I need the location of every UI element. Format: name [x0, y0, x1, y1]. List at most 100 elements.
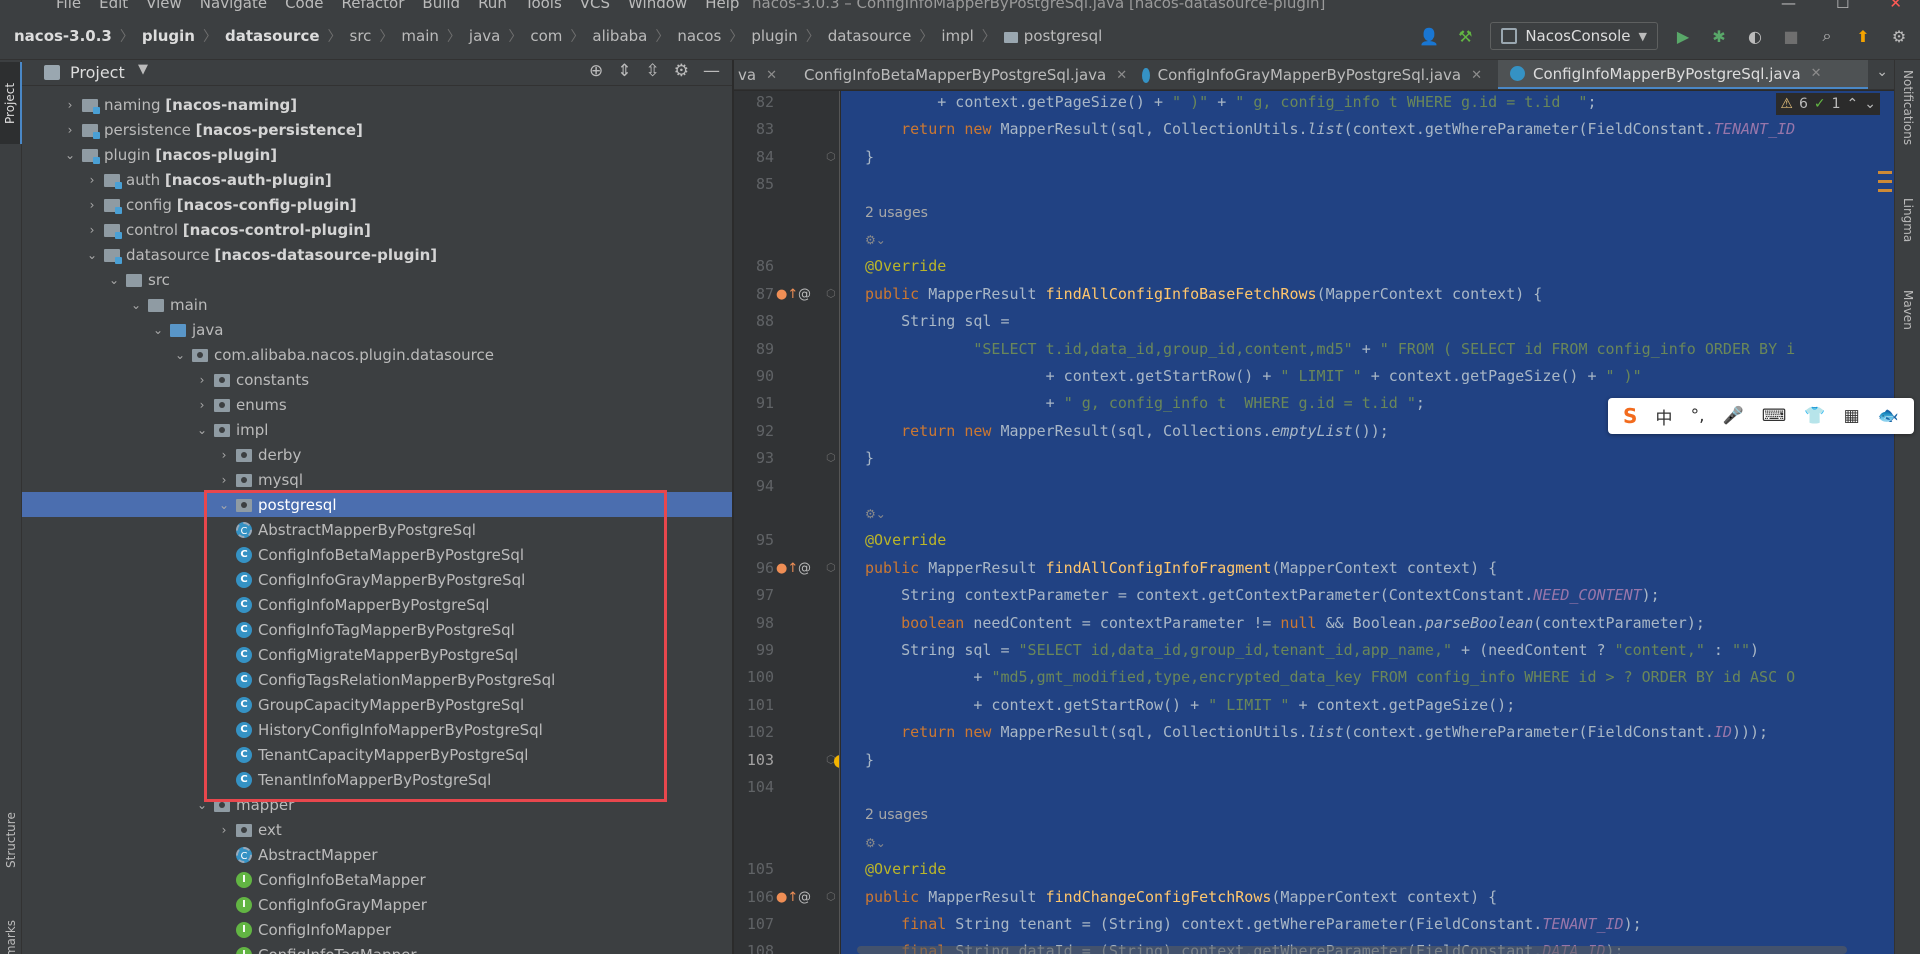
update-icon[interactable]: ⬆	[1852, 25, 1874, 47]
breadcrumb-item[interactable]: main	[401, 27, 438, 45]
expand-arrow-icon[interactable]: ⌄	[194, 423, 210, 437]
run-config-selector[interactable]: NacosConsole ▼	[1490, 22, 1658, 50]
tree-item[interactable]: C ConfigMigrateMapperByPostgreSql	[22, 642, 732, 667]
menu-item-refactor[interactable]: Refactor	[341, 0, 404, 12]
menu-item-window[interactable]: Window	[628, 0, 687, 12]
breadcrumb-item[interactable]: java	[469, 27, 500, 45]
tree-item[interactable]: › control [nacos-control-plugin]	[22, 217, 732, 242]
run-icon[interactable]: ▶	[1672, 25, 1694, 47]
collapse-arrow-icon[interactable]: ›	[62, 123, 78, 137]
fold-icon[interactable]: ⬡	[826, 287, 836, 300]
collapse-arrow-icon[interactable]: ›	[194, 398, 210, 412]
tree-item[interactable]: › naming [nacos-naming]	[22, 92, 732, 117]
tree-item[interactable]: ⌄ java	[22, 317, 732, 342]
tree-item[interactable]: C AbstractMapper	[22, 842, 732, 867]
expand-all-icon[interactable]: ⇕	[617, 61, 631, 81]
collapse-arrow-icon[interactable]: ›	[62, 98, 78, 112]
tool-tab-project[interactable]: Project	[0, 62, 22, 144]
tree-item[interactable]: I ConfigInfoMapper	[22, 917, 732, 942]
menu-item-view[interactable]: View	[146, 0, 182, 12]
collapse-arrow-icon[interactable]: ›	[84, 198, 100, 212]
tree-item[interactable]: › derby	[22, 442, 732, 467]
implements-icon[interactable]: ●↑	[776, 287, 798, 302]
tool-tab-bookmarks[interactable]: Bookmarks	[0, 908, 22, 954]
tree-item[interactable]: C ConfigInfoTagMapperByPostgreSql	[22, 617, 732, 642]
tool-tab-structure[interactable]: Structure	[0, 800, 22, 880]
keyboard-icon[interactable]: ⌨	[1762, 406, 1787, 426]
locate-icon[interactable]: ⊕	[589, 61, 603, 81]
tree-item[interactable]: C TenantInfoMapperByPostgreSql	[22, 767, 732, 792]
fold-icon[interactable]: ⬡	[826, 150, 836, 163]
tree-item[interactable]: I ConfigInfoBetaMapper	[22, 867, 732, 892]
collapse-arrow-icon[interactable]: ›	[194, 373, 210, 387]
collapse-all-icon[interactable]: ⇳	[646, 61, 660, 81]
menu-item-navigate[interactable]: Navigate	[200, 0, 267, 12]
ai-assist-icon[interactable]: ⚙⌄	[865, 230, 886, 248]
tool-tab-notifications[interactable]: Notifications	[1897, 70, 1919, 180]
close-icon[interactable]: ✕	[766, 68, 777, 83]
tree-item[interactable]: C ConfigInfoBetaMapperByPostgreSql	[22, 542, 732, 567]
close-icon[interactable]: ✕	[1811, 66, 1822, 81]
breadcrumb-item[interactable]: plugin	[142, 27, 195, 45]
horizontal-scrollbar[interactable]	[857, 946, 1847, 954]
expand-arrow-icon[interactable]: ⌄	[62, 148, 78, 162]
menu-item-run[interactable]: Run	[478, 0, 507, 12]
maximize-icon[interactable]: ☐	[1836, 0, 1849, 12]
breadcrumb-item[interactable]: nacos-3.0.3	[14, 27, 112, 45]
code-editor[interactable]: + context.getPageSize() + " )" + " g, co…	[841, 91, 1894, 954]
user-icon[interactable]: 👤	[1418, 25, 1440, 47]
chevron-down-icon[interactable]: ⌄	[1876, 64, 1888, 80]
editor-tab[interactable]: va ✕	[734, 60, 777, 89]
tree-item[interactable]: C GroupCapacityMapperByPostgreSql	[22, 692, 732, 717]
breadcrumb-item[interactable]: nacos	[677, 27, 721, 45]
menu-item-tools[interactable]: Tools	[525, 0, 562, 12]
expand-arrow-icon[interactable]: ⌄	[216, 498, 232, 512]
tree-item[interactable]: C ConfigInfoGrayMapperByPostgreSql	[22, 567, 732, 592]
fold-icon[interactable]: ⬡	[826, 561, 836, 574]
gear-icon[interactable]: ⚙	[674, 61, 689, 81]
collapse-arrow-icon[interactable]: ›	[84, 173, 100, 187]
chevron-down-icon[interactable]: ▼	[138, 62, 148, 77]
tree-item[interactable]: C AbstractMapperByPostgreSql	[22, 517, 732, 542]
breadcrumb-item[interactable]: postgresql	[1024, 27, 1103, 45]
tree-item[interactable]: ⌄ datasource [nacos-datasource-plugin]	[22, 242, 732, 267]
settings-gear-icon[interactable]: ⚙	[1888, 25, 1910, 47]
tree-item[interactable]: ⌄ main	[22, 292, 732, 317]
breadcrumb-item[interactable]: datasource	[225, 27, 320, 45]
previous-icon[interactable]: ⌃	[1847, 96, 1859, 112]
expand-arrow-icon[interactable]: ⌄	[84, 248, 100, 262]
sogou-logo-icon[interactable]: S	[1623, 404, 1637, 428]
editor-tab[interactable]: ConfigInfoMapperByPostgreSql.java ✕	[1498, 60, 1868, 89]
tree-item[interactable]: ⌄ impl	[22, 417, 732, 442]
menu-item-file[interactable]: File	[56, 0, 81, 12]
ai-assist-icon[interactable]: ⚙⌄	[865, 504, 886, 522]
breadcrumb-item[interactable]: plugin	[751, 27, 797, 45]
menu-item-build[interactable]: Build	[422, 0, 460, 12]
breadcrumb-item[interactable]: alibaba	[592, 27, 647, 45]
tree-item[interactable]: ⌄ plugin [nacos-plugin]	[22, 142, 732, 167]
project-panel-title[interactable]: Project	[70, 63, 125, 82]
debug-icon[interactable]: ✱	[1708, 25, 1730, 47]
next-icon[interactable]: ⌄	[1864, 96, 1876, 112]
menu-item-edit[interactable]: Edit	[99, 0, 128, 12]
expand-arrow-icon[interactable]: ⌄	[106, 273, 122, 287]
fish-icon[interactable]: 🐟	[1878, 406, 1899, 426]
menu-item-help[interactable]: Help	[705, 0, 739, 12]
menu-item-vcs[interactable]: VCS	[580, 0, 610, 12]
tree-item[interactable]: › persistence [nacos-persistence]	[22, 117, 732, 142]
lightbulb-icon[interactable]	[834, 754, 839, 768]
close-icon[interactable]: ✕	[1471, 68, 1482, 83]
collapse-arrow-icon[interactable]: ›	[216, 473, 232, 487]
collapse-arrow-icon[interactable]: ›	[216, 448, 232, 462]
tree-item[interactable]: ⌄ src	[22, 267, 732, 292]
tree-item[interactable]: ⌄ postgresql	[22, 492, 732, 517]
tree-item[interactable]: C TenantCapacityMapperByPostgreSql	[22, 742, 732, 767]
tree-item[interactable]: I ConfigInfoGrayMapper	[22, 892, 732, 917]
tree-item[interactable]: I ConfigInfoTagMapper	[22, 942, 732, 954]
coverage-icon[interactable]: ◐	[1744, 25, 1766, 47]
expand-arrow-icon[interactable]: ⌄	[194, 798, 210, 812]
tree-item[interactable]: ⌄ com.alibaba.nacos.plugin.datasource	[22, 342, 732, 367]
tree-item[interactable]: C HistoryConfigInfoMapperByPostgreSql	[22, 717, 732, 742]
close-window-icon[interactable]: ✕	[1889, 0, 1902, 12]
build-hammer-icon[interactable]: ⚒	[1454, 25, 1476, 47]
